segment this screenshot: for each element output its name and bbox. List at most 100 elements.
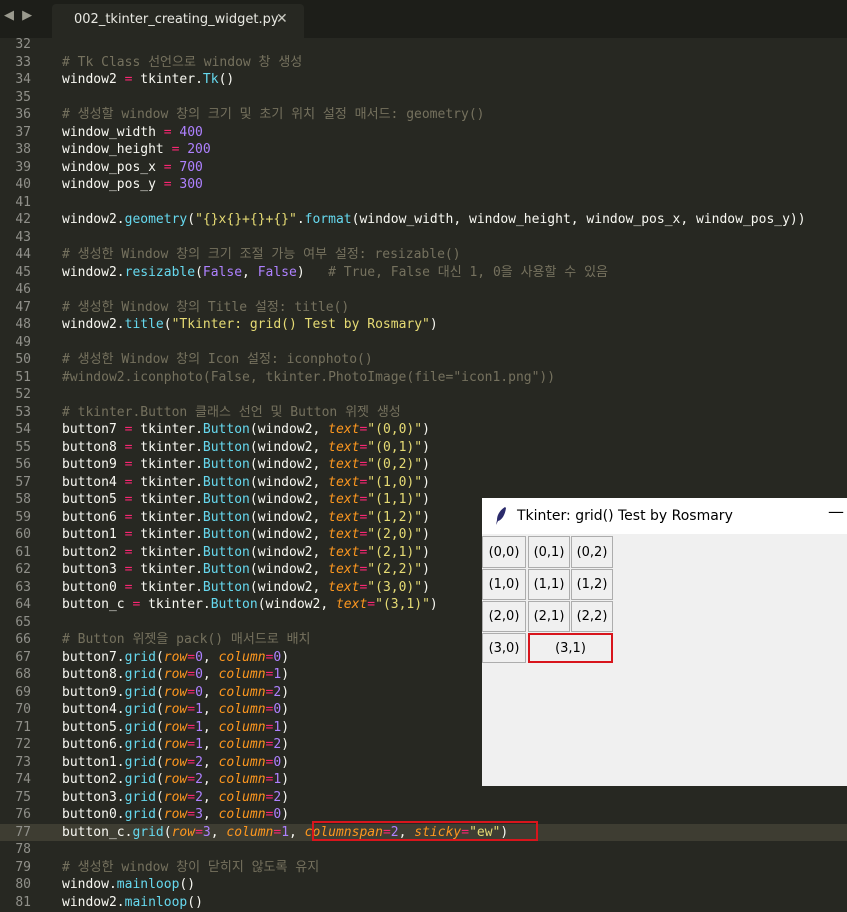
code-text: window2.geometry("{}x{}+{}+{}".format(wi… — [62, 212, 806, 227]
line-number: 64 — [15, 597, 31, 612]
line-number: 72 — [15, 737, 31, 752]
line-number: 45 — [15, 264, 31, 280]
line-number: 57 — [15, 474, 31, 490]
tk-button[interactable]: (1,2) — [571, 569, 613, 600]
tk-button[interactable]: (2,1) — [528, 601, 570, 632]
code-line: 50 # 생성한 Window 창의 Icon 설정: iconphoto() — [0, 351, 847, 369]
code-text: # 생성한 window 창이 닫히지 않도록 유지 — [62, 859, 320, 875]
line-number: 44 — [15, 247, 31, 262]
line-number: 70 — [15, 702, 31, 717]
tk-button[interactable]: (2,0) — [482, 601, 526, 632]
code-text: # 생성한 Window 창의 Icon 설정: iconphoto() — [62, 352, 373, 367]
file-tab[interactable]: 002_tkinter_creating_widget.py ✕ — [52, 4, 304, 38]
line-number: 38 — [15, 142, 31, 157]
line-number: 63 — [15, 579, 31, 595]
line-number: 76 — [15, 807, 31, 822]
line-number: 56 — [15, 457, 31, 472]
line-number: 33 — [15, 54, 31, 70]
line-number: 53 — [15, 404, 31, 420]
code-text: # 생성한 Window 창의 Title 설정: title() — [62, 299, 350, 315]
code-text: button6 = tkinter.Button(window2, text="… — [62, 509, 430, 525]
code-text: button9.grid(row=0, column=2) — [62, 684, 290, 700]
line-number: 77 — [15, 824, 31, 840]
code-line: 51 #window2.iconphoto(False, tkinter.Phot… — [0, 369, 847, 387]
close-icon[interactable]: ✕ — [276, 11, 288, 27]
code-line: 47 # 생성한 Window 창의 Title 설정: title() — [0, 299, 847, 317]
line-number: 32 — [15, 37, 31, 52]
code-line: 55 button8 = tkinter.Button(window2, text… — [0, 439, 847, 457]
line-number: 47 — [15, 299, 31, 315]
tk-button[interactable]: (2,2) — [571, 601, 613, 632]
code-text: button8.grid(row=0, column=1) — [62, 667, 290, 682]
line-number: 34 — [15, 72, 31, 87]
code-text: button0.grid(row=3, column=0) — [62, 807, 290, 822]
tk-title: Tkinter: grid() Test by Rosmary — [517, 508, 733, 524]
tk-button[interactable]: (1,1) — [528, 569, 570, 600]
code-line: 49 — [0, 334, 847, 352]
code-text: window2 = tkinter.Tk() — [62, 72, 235, 87]
code-text: # Tk Class 선언으로 window 창 생성 — [62, 54, 303, 70]
line-number: 50 — [15, 352, 31, 367]
minimize-button[interactable]: — — [828, 502, 844, 521]
tk-button[interactable]: (0,1) — [528, 536, 570, 568]
code-text: # 생성할 window 창의 크기 및 초기 위치 설정 매서드: geome… — [62, 107, 485, 122]
line-number: 54 — [15, 422, 31, 437]
code-text: # Button 위젯을 pack() 매서드로 배치 — [62, 632, 311, 647]
line-number: 51 — [15, 369, 31, 385]
code-line: 56 button9 = tkinter.Button(window2, text… — [0, 456, 847, 474]
code-text: button5.grid(row=1, column=1) — [62, 719, 290, 735]
line-number: 42 — [15, 212, 31, 227]
code-text: window2.mainloop() — [62, 894, 203, 910]
code-line: 57 button4 = tkinter.Button(window2, text… — [0, 474, 847, 492]
tk-button[interactable]: (3,0) — [482, 633, 526, 663]
tab-bar: ◀ ▶ 002_tkinter_creating_widget.py ✕ — [0, 0, 847, 38]
code-text: button1.grid(row=2, column=0) — [62, 754, 290, 770]
line-number: 79 — [15, 859, 31, 875]
line-number: 37 — [15, 124, 31, 140]
tk-button[interactable]: (1,0) — [482, 569, 526, 600]
tk-title-bar: Tkinter: grid() Test by Rosmary — — [482, 498, 847, 534]
code-line: 53 # tkinter.Button 클래스 선언 및 Button 위젯 생성 — [0, 404, 847, 422]
code-text: button3 = tkinter.Button(window2, text="… — [62, 562, 430, 577]
code-line: 75 button3.grid(row=2, column=2) — [0, 789, 847, 807]
code-line: 44 # 생성한 Window 창의 크기 조절 가능 여부 설정: resiza… — [0, 246, 847, 264]
line-number: 78 — [15, 842, 31, 857]
code-text: button3.grid(row=2, column=2) — [62, 789, 290, 805]
code-line: 41 — [0, 194, 847, 212]
line-number: 58 — [15, 492, 31, 507]
line-number: 66 — [15, 632, 31, 647]
tk-button[interactable]: (0,2) — [571, 536, 613, 568]
code-text: #window2.iconphoto(False, tkinter.PhotoI… — [62, 369, 556, 385]
code-text: window_width = 400 — [62, 124, 203, 140]
code-text: window_pos_y = 300 — [62, 177, 203, 192]
tk-window: Tkinter: grid() Test by Rosmary — (0,0)(… — [482, 498, 847, 786]
code-text: button2.grid(row=2, column=1) — [62, 772, 290, 787]
code-line: 45 window2.resizable(False, False) # True… — [0, 264, 847, 282]
line-number: 46 — [15, 282, 31, 297]
line-number: 60 — [15, 527, 31, 542]
code-line: 52 — [0, 386, 847, 404]
code-line: 38 window_height = 200 — [0, 141, 847, 159]
line-number: 40 — [15, 177, 31, 192]
code-line: 54 button7 = tkinter.Button(window2, text… — [0, 421, 847, 439]
code-line: 42 window2.geometry("{}x{}+{}+{}".format(… — [0, 211, 847, 229]
code-text: button_c = tkinter.Button(window2, text=… — [62, 597, 438, 612]
code-text: # 생성한 Window 창의 크기 조절 가능 여부 설정: resizabl… — [62, 247, 461, 262]
code-line: 46 — [0, 281, 847, 299]
line-number: 48 — [15, 317, 31, 332]
code-line: 40 window_pos_y = 300 — [0, 176, 847, 194]
line-number: 36 — [15, 107, 31, 122]
code-text: button4 = tkinter.Button(window2, text="… — [62, 474, 430, 490]
code-text: button1 = tkinter.Button(window2, text="… — [62, 527, 430, 542]
line-number: 52 — [15, 387, 31, 402]
code-text: button5 = tkinter.Button(window2, text="… — [62, 492, 430, 507]
nav-arrows[interactable]: ◀ ▶ — [4, 8, 34, 23]
line-number: 71 — [15, 719, 31, 735]
line-number: 39 — [15, 159, 31, 175]
code-line: 43 — [0, 229, 847, 247]
code-line: 36 # 생성할 window 창의 크기 및 초기 위치 설정 매서드: geo… — [0, 106, 847, 124]
tk-button[interactable]: (3,1) — [528, 633, 613, 663]
code-text: button7 = tkinter.Button(window2, text="… — [62, 422, 430, 437]
tk-button[interactable]: (0,0) — [482, 536, 526, 568]
line-number: 67 — [15, 649, 31, 665]
